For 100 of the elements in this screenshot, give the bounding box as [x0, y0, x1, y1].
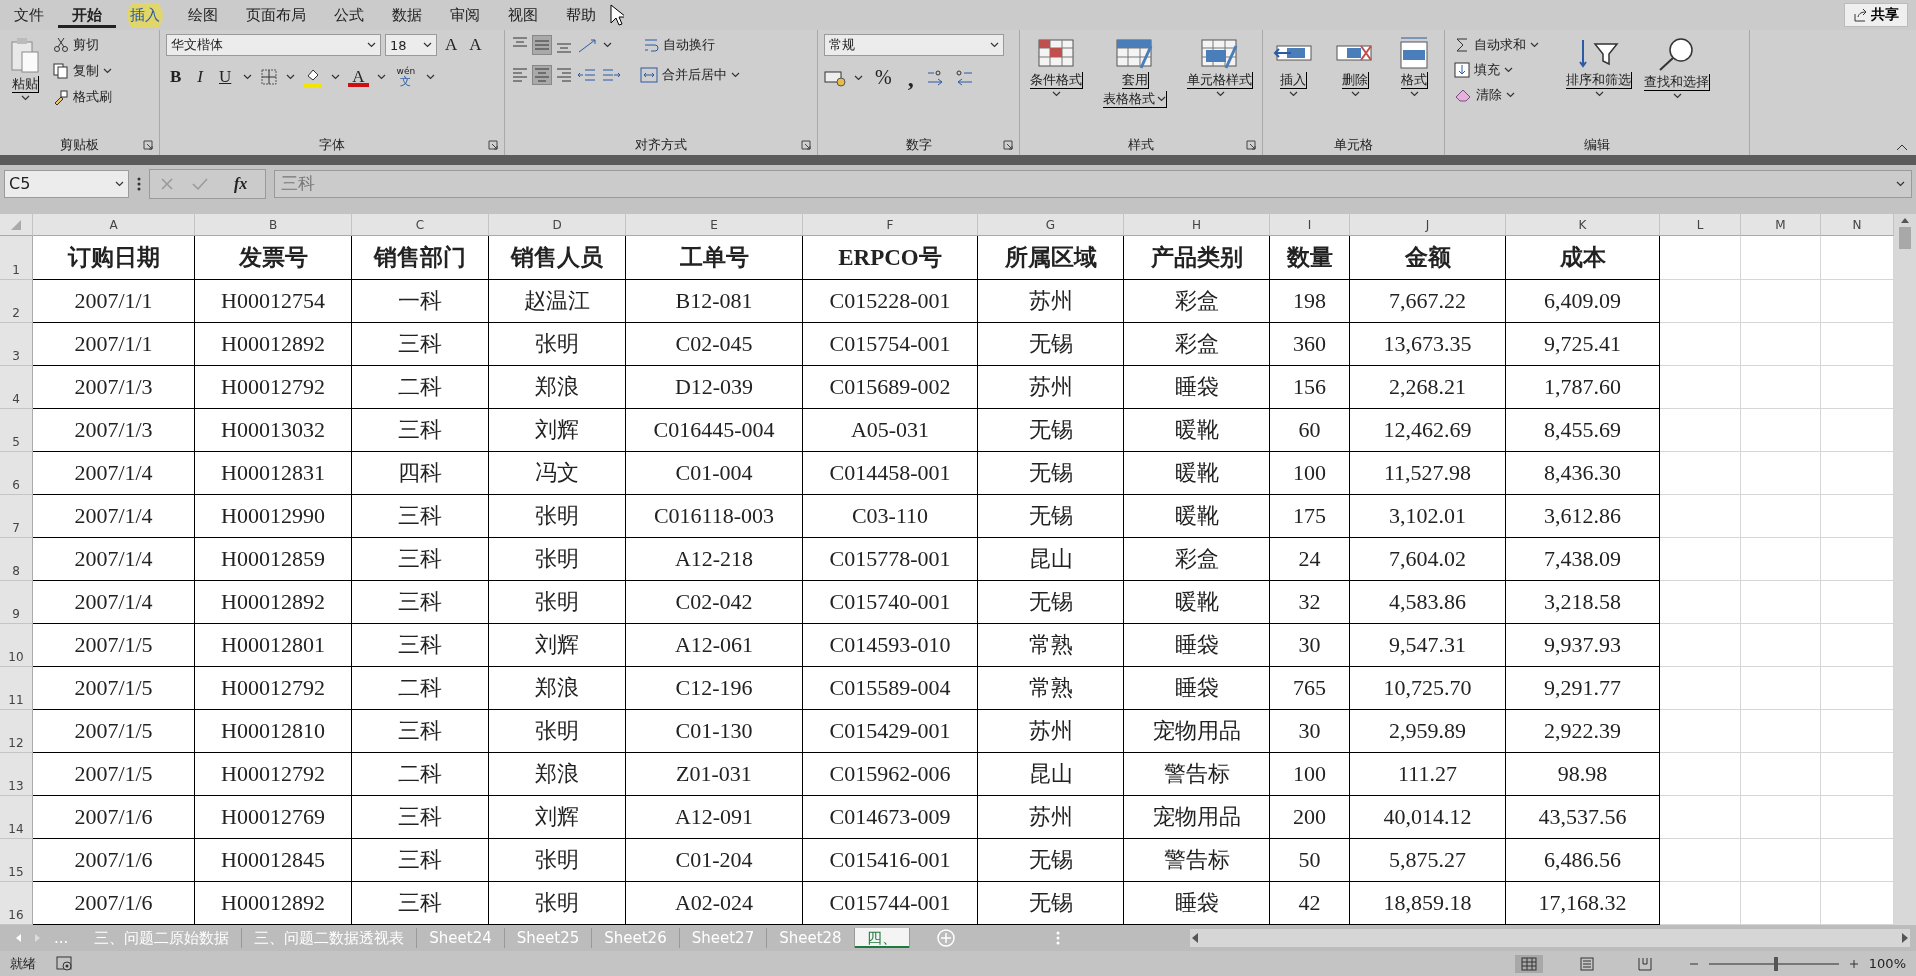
- row-number[interactable]: 10: [0, 624, 33, 667]
- text-style-button[interactable]: I: [193, 67, 207, 87]
- row-number[interactable]: 16: [0, 882, 33, 925]
- style-button[interactable]: 套用 表格格式: [1099, 34, 1171, 110]
- cancel-icon[interactable]: [160, 176, 174, 191]
- font-color-button[interactable]: A: [348, 67, 369, 87]
- enter-icon[interactable]: [192, 176, 208, 191]
- fill-color-icon[interactable]: [303, 67, 324, 87]
- editing-button[interactable]: 查找和选择: [1640, 34, 1714, 101]
- column-letter[interactable]: L: [1660, 214, 1741, 236]
- column-letter[interactable]: G: [978, 214, 1124, 236]
- font-size-field[interactable]: 18: [385, 34, 437, 56]
- vertical-scrollbar[interactable]: [1894, 214, 1916, 925]
- decrease-decimal-icon[interactable]: [953, 67, 974, 88]
- wrap-text-button[interactable]: 自动换行: [640, 34, 718, 56]
- paste-button[interactable]: 粘贴: [6, 34, 44, 135]
- text-angle-icon[interactable]: [577, 36, 599, 54]
- menu-tab[interactable]: 绘图: [174, 2, 232, 28]
- row-number[interactable]: 6: [0, 452, 33, 495]
- row-number[interactable]: 13: [0, 753, 33, 796]
- column-letter[interactable]: N: [1821, 214, 1894, 236]
- editing-button[interactable]: 自动求和: [1451, 34, 1542, 56]
- text-style-button[interactable]: U: [215, 67, 236, 87]
- column-letter[interactable]: A: [33, 214, 195, 236]
- menu-tab[interactable]: 公式: [320, 2, 378, 28]
- menu-tab[interactable]: 开始: [58, 2, 116, 28]
- column-letter[interactable]: E: [626, 214, 803, 236]
- vertical-align-button[interactable]: [533, 36, 551, 54]
- column-letter[interactable]: I: [1270, 214, 1350, 236]
- grow-font-button[interactable]: A: [441, 35, 462, 55]
- shrink-font-button[interactable]: A: [465, 35, 486, 55]
- menu-tab[interactable]: 页面布局: [232, 2, 320, 28]
- row-number[interactable]: 9: [0, 581, 33, 624]
- row-number[interactable]: 12: [0, 710, 33, 753]
- row-number[interactable]: 5: [0, 409, 33, 452]
- column-letter[interactable]: F: [803, 214, 978, 236]
- row-number[interactable]: 11: [0, 667, 33, 710]
- column-letter[interactable]: C: [352, 214, 489, 236]
- collapse-ribbon-icon[interactable]: [1896, 143, 1908, 151]
- column-letter[interactable]: M: [1741, 214, 1821, 236]
- name-box[interactable]: C5: [4, 169, 129, 198]
- sheet-tab[interactable]: 四、: [854, 928, 910, 948]
- style-button[interactable]: 条件格式: [1026, 34, 1087, 99]
- text-style-button[interactable]: B: [166, 67, 186, 87]
- menu-tab[interactable]: 帮助: [552, 2, 610, 28]
- clipboard-button[interactable]: 剪切: [50, 34, 115, 56]
- menu-tab[interactable]: 审阅: [436, 2, 494, 28]
- accounting-icon[interactable]: [824, 68, 846, 87]
- previous-sheet-icon[interactable]: [14, 933, 22, 943]
- horizontal-scrollbar[interactable]: [1190, 929, 1910, 947]
- horizontal-align-button[interactable]: [511, 66, 529, 84]
- insert-function-button[interactable]: fx: [226, 174, 256, 193]
- share-button[interactable]: 共享: [1844, 3, 1908, 27]
- clipboard-button[interactable]: 复制: [50, 60, 115, 82]
- merge-center-button[interactable]: 合并后居中: [637, 64, 743, 86]
- row-number[interactable]: 14: [0, 796, 33, 839]
- row-number[interactable]: 8: [0, 538, 33, 581]
- new-sheet-icon[interactable]: [935, 928, 956, 948]
- dialog-launcher-icon[interactable]: [143, 140, 153, 150]
- row-number[interactable]: 4: [0, 366, 33, 409]
- decrease-indent-icon[interactable]: [577, 66, 597, 84]
- percent-button[interactable]: %: [871, 66, 896, 89]
- menu-tab[interactable]: 文件: [0, 2, 58, 28]
- dialog-launcher-icon[interactable]: [1003, 140, 1013, 150]
- style-button[interactable]: 单元格样式: [1183, 34, 1257, 99]
- phonetic-button[interactable]: wén 文: [393, 64, 419, 90]
- dialog-launcher-icon[interactable]: [488, 140, 498, 150]
- macro-record-icon[interactable]: [56, 955, 74, 972]
- increase-indent-icon[interactable]: [601, 66, 621, 84]
- dialog-launcher-icon[interactable]: [801, 140, 811, 150]
- next-sheet-icon[interactable]: [34, 933, 42, 943]
- column-letter[interactable]: K: [1506, 214, 1660, 236]
- row-number[interactable]: 15: [0, 839, 33, 882]
- comma-button[interactable]: ,: [903, 66, 918, 89]
- more-icon[interactable]: [1055, 931, 1060, 945]
- column-letter[interactable]: D: [489, 214, 626, 236]
- zoom-slider[interactable]: [1773, 956, 1778, 971]
- row-number[interactable]: 3: [0, 323, 33, 366]
- row-number[interactable]: 7: [0, 495, 33, 538]
- horizontal-align-button[interactable]: [533, 66, 551, 84]
- horizontal-align-button[interactable]: [555, 66, 573, 84]
- editing-button[interactable]: 清除: [1451, 84, 1542, 106]
- select-all-icon[interactable]: [11, 219, 21, 230]
- clipboard-button[interactable]: 格式刷: [50, 86, 115, 108]
- column-letter[interactable]: J: [1350, 214, 1506, 236]
- column-letter[interactable]: H: [1124, 214, 1270, 236]
- zoom-in-icon[interactable]: [1848, 958, 1859, 969]
- dialog-launcher-icon[interactable]: [1246, 140, 1256, 150]
- column-letter[interactable]: B: [195, 214, 352, 236]
- editing-button[interactable]: 排序和筛选: [1562, 34, 1636, 99]
- font-field[interactable]: 华文楷体: [166, 34, 381, 56]
- cells-button[interactable]: 插入: [1269, 34, 1317, 99]
- row-number[interactable]: 1: [0, 236, 33, 280]
- zoom-level[interactable]: 100%: [1868, 956, 1906, 971]
- editing-button[interactable]: 填充: [1451, 59, 1542, 81]
- cells-button[interactable]: 格式: [1393, 34, 1435, 99]
- menu-tab[interactable]: 数据: [378, 2, 436, 28]
- menu-tab[interactable]: 视图: [494, 2, 552, 28]
- view-button[interactable]: [1514, 954, 1543, 973]
- cells-button[interactable]: 删除: [1331, 34, 1379, 99]
